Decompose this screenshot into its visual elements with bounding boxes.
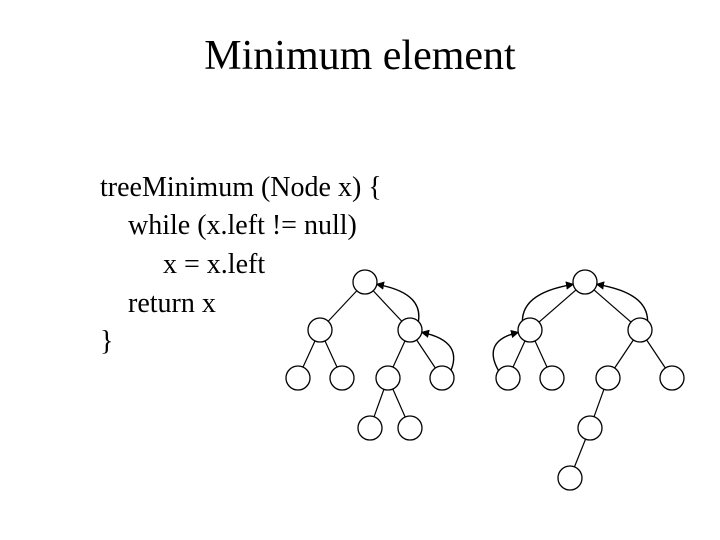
slide: Minimum element treeMinimum (Node x) { w… xyxy=(0,0,720,540)
code-line-1: while (x.left != null) xyxy=(100,210,357,241)
tree-diagrams xyxy=(280,260,700,510)
tree-svg xyxy=(280,260,700,510)
code-line-4: } xyxy=(100,326,113,357)
code-line-2: x = x.left xyxy=(100,249,265,280)
code-line-3: return x xyxy=(100,288,216,319)
code-line-0: treeMinimum (Node x) { xyxy=(100,172,382,203)
page-title: Minimum element xyxy=(0,32,720,80)
